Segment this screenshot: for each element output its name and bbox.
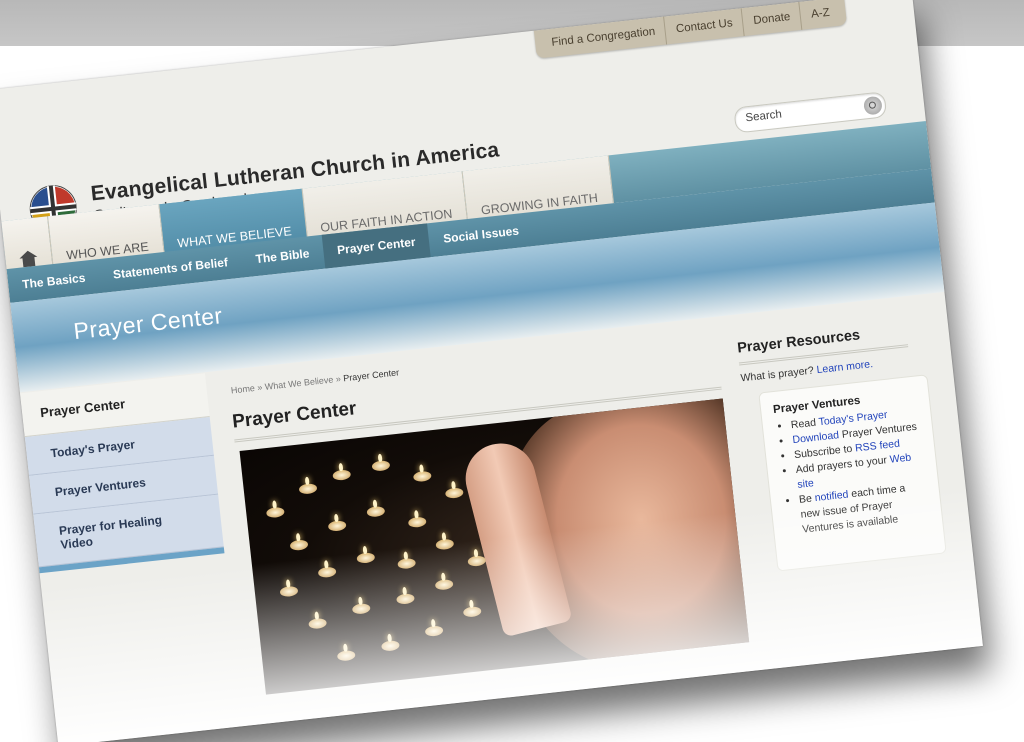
candle — [435, 538, 455, 551]
candle — [332, 469, 352, 482]
candle — [327, 519, 347, 532]
candle — [308, 617, 328, 630]
candle — [467, 555, 487, 567]
candle — [356, 552, 376, 564]
search-icon[interactable] — [863, 95, 883, 116]
breadcrumb-parent[interactable]: What We Believe — [264, 374, 334, 391]
candle — [407, 516, 427, 529]
candle — [397, 557, 417, 570]
learn-more-link[interactable]: Learn more. — [816, 358, 874, 376]
breadcrumb-separator: » — [335, 373, 342, 385]
webpage-screenshot: Find a Congregation Contact Us Donate A-… — [0, 0, 983, 742]
candle — [351, 602, 371, 615]
candle — [265, 506, 285, 519]
utility-nav: Find a Congregation Contact Us Donate A-… — [533, 0, 848, 59]
candle — [279, 585, 299, 598]
candle — [462, 605, 482, 618]
find-congregation-link[interactable]: Find a Congregation — [540, 13, 667, 58]
prayer-ventures-box: Prayer Ventures Read Today's Prayer Down… — [758, 374, 947, 572]
notified-link[interactable]: notified — [814, 489, 849, 505]
candle — [412, 470, 432, 483]
candle — [395, 592, 415, 605]
candle — [366, 505, 386, 518]
candle — [444, 487, 464, 499]
candle — [424, 625, 444, 637]
donate-link[interactable]: Donate — [740, 0, 802, 37]
candle — [371, 459, 391, 472]
hero-image-praying-woman-candles — [239, 398, 750, 695]
search-placeholder: Search — [744, 108, 783, 125]
what-is-prayer-text: What is prayer? — [739, 364, 815, 385]
breadcrumb-home[interactable]: Home — [230, 383, 255, 396]
candle — [434, 578, 454, 591]
breadcrumb-separator: » — [256, 382, 263, 393]
left-sidebar: Prayer Center Today's Prayer Prayer Vent… — [20, 373, 225, 574]
candle — [336, 649, 356, 662]
candle — [380, 639, 400, 652]
breadcrumb-current: Prayer Center — [342, 367, 400, 384]
breadcrumb: Home » What We Believe » Prayer Center — [230, 367, 399, 395]
a-z-link[interactable]: A-Z — [798, 0, 842, 30]
candle — [317, 566, 337, 579]
candle — [289, 539, 309, 552]
candle — [298, 482, 318, 495]
contact-us-link[interactable]: Contact Us — [663, 4, 745, 45]
